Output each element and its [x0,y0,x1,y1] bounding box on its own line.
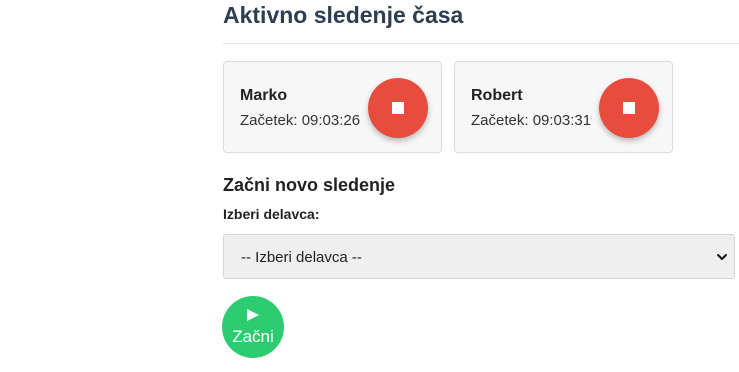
stop-icon [623,102,635,114]
active-session-card-robert: Robert Začetek: 09:03:31 [454,61,673,153]
page-title: Aktivno sledenje časa [223,2,464,28]
stop-icon [392,102,404,114]
start-button-label: Začni [232,327,274,346]
stop-button-robert[interactable] [599,78,659,138]
active-session-card-marko: Marko Začetek: 09:03:26 [223,61,442,153]
worker-select[interactable]: -- Izberi delavca -- [223,234,735,279]
chevron-down-icon [717,254,727,260]
new-tracking-title: Začni novo sledenje [223,175,396,195]
start-time: Začetek: 09:03:26 [240,112,361,129]
stop-button-marko[interactable] [368,78,428,138]
worker-name: Robert [471,87,523,104]
title-divider [223,43,739,44]
worker-select-value: -- Izberi delavca -- [241,249,362,266]
start-time: Začetek: 09:03:31 [471,112,592,129]
play-icon [247,309,259,321]
time-tracking-page: Aktivno sledenje časa Marko Začetek: 09:… [0,0,739,372]
worker-name: Marko [240,87,288,104]
worker-select-label: Izberi delavca: [223,206,320,222]
start-button[interactable]: Začni [222,296,284,358]
